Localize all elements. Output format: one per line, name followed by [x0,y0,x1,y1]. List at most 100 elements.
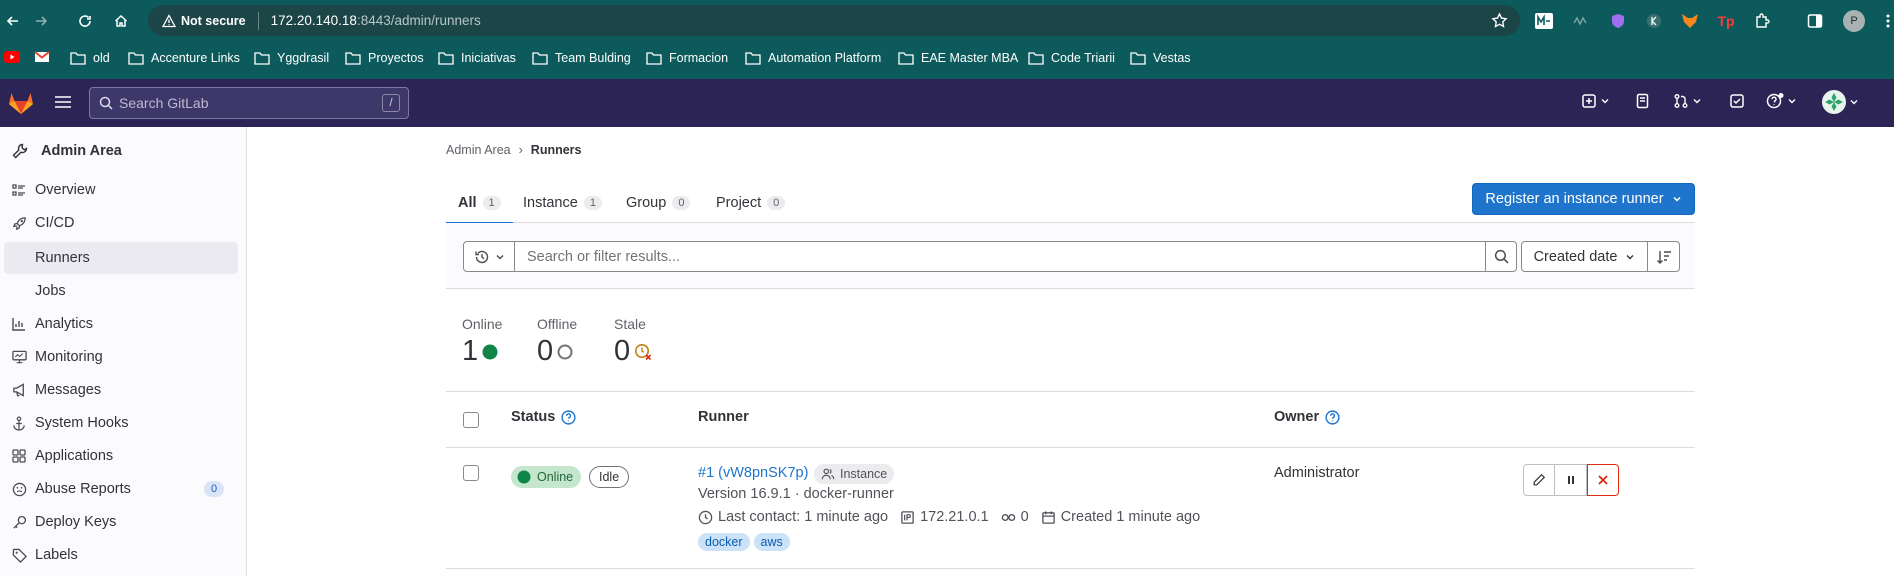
register-instance-runner-button[interactable]: Register an instance runner [1472,183,1695,215]
tag-docker[interactable]: docker [698,533,750,551]
sort-by-dropdown[interactable]: Created date [1521,241,1648,272]
help-dropdown[interactable] [1766,93,1797,109]
select-all-checkbox[interactable] [463,412,479,428]
extensions-puzzle-icon[interactable] [1752,11,1772,31]
chevron-down-icon [1850,100,1858,105]
bookmarks-bar: old Accenture Links Yggdrasil Proyectos … [0,41,1894,79]
not-secure-indicator[interactable]: Not secure [162,11,259,30]
delete-runner-button[interactable] [1587,464,1619,496]
plus-square-icon [1582,94,1596,108]
runner-created: Created 1 minute ago [1041,509,1200,525]
chevron-down-icon [1788,99,1796,104]
user-avatar-dropdown[interactable] [1822,90,1859,114]
bookmark-folder-iniciativas[interactable]: Iniciativas [438,51,516,65]
folder-icon [745,52,761,65]
bookmark-star-icon[interactable] [1491,12,1508,29]
gitlab-logo-icon[interactable] [8,90,34,115]
gitlab-search-input[interactable]: Search GitLab / [89,87,409,119]
folder-icon [128,52,144,65]
tag-aws[interactable]: aws [753,533,790,551]
address-bar[interactable]: Not secure 172.20.140.18:8443/admin/runn… [148,5,1520,36]
stat-online: Online 1 [462,316,502,368]
status-stale-icon [635,343,652,360]
stat-stale: Stale 0 [614,316,652,368]
bookmark-folder-proyectos[interactable]: Proyectos [345,51,424,65]
tab-instance-count: 1 [583,196,602,210]
sidebar-item-runners[interactable]: Runners [4,242,238,274]
extension-k-icon[interactable] [1644,11,1664,31]
sidebar-item-messages[interactable]: Messages [0,374,238,406]
sidebar-item-analytics[interactable]: Analytics [0,308,238,340]
browser-menu-icon[interactable] [1878,11,1894,31]
tab-all[interactable]: All 1 [446,183,513,224]
stat-stale-label: Stale [614,316,646,332]
merge-requests-dropdown[interactable] [1673,93,1702,109]
stat-online-value: 1 [462,335,479,367]
row-select-checkbox[interactable] [463,465,479,481]
youtube-icon[interactable] [4,51,20,63]
breadcrumb-admin-area[interactable]: Admin Area [446,143,511,157]
sidebar-item-abuse-reports[interactable]: Abuse Reports 0 [0,473,238,505]
extension-tp-icon[interactable]: Tp [1716,11,1736,31]
pause-runner-button[interactable] [1555,464,1587,496]
sidebar-item-overview[interactable]: Overview [0,174,238,206]
bookmark-folder-vestas[interactable]: Vestas [1130,51,1191,65]
question-icon[interactable] [561,409,576,425]
question-icon[interactable] [1325,409,1340,425]
profile-avatar[interactable]: P [1843,10,1865,32]
home-icon[interactable] [108,8,134,34]
sidebar-item-deploy-keys[interactable]: Deploy Keys [0,506,238,538]
todo-check-icon[interactable] [1729,93,1745,109]
abuse-icon [11,482,27,497]
bookmark-folder-team-bulding[interactable]: Team Bulding [532,51,631,65]
runner-link[interactable]: #1 (vW8pnSK7p) [698,465,808,481]
table-row: Online Idle #1 (vW8pnSK7p) Instance Vers… [446,448,1695,569]
filter-search-input[interactable]: Search or filter results... [514,241,1486,272]
warning-icon [162,13,176,27]
sidebar-item-cicd[interactable]: CI/CD [0,207,238,239]
anchor-icon [11,416,27,431]
history-icon [474,250,488,263]
bookmark-folder-old[interactable]: old [70,51,110,65]
sidebar-item-applications[interactable]: Applications [0,440,238,472]
extension-fox-icon[interactable] [1680,11,1700,31]
tab-instance[interactable]: Instance 1 [523,183,602,223]
bookmark-folder-eae[interactable]: EAE Master MBA [898,51,1018,65]
edit-runner-button[interactable] [1523,464,1555,496]
filter-search-button[interactable] [1485,241,1517,272]
runner-tags: docker aws [698,533,790,551]
forward-icon[interactable] [28,8,54,34]
breadcrumb: Admin Area › Runners [446,143,582,157]
stat-offline: Offline 0 [537,316,577,368]
hamburger-menu-icon[interactable] [54,95,72,109]
side-panel-icon[interactable] [1805,11,1825,31]
sidebar-item-jobs[interactable]: Jobs [0,275,238,307]
extension-wave-icon[interactable] [1570,11,1590,31]
bookmark-folder-code-triarii[interactable]: Code Triarii [1028,51,1115,65]
issues-icon[interactable] [1635,93,1651,109]
bookmark-folder-yggdrasil[interactable]: Yggdrasil [254,51,329,65]
search-history-dropdown[interactable] [463,241,515,272]
runners-table-header: Status Runner Owner [446,391,1695,448]
sort-direction-button[interactable] [1647,241,1680,272]
extension-m-icon[interactable] [1534,11,1554,31]
sidebar-item-monitoring[interactable]: Monitoring [0,341,238,373]
bookmark-folder-automation[interactable]: Automation Platform [745,51,881,65]
tab-project[interactable]: Project 0 [716,183,786,223]
breadcrumb-runners[interactable]: Runners [531,143,582,157]
tab-group[interactable]: Group 0 [626,183,691,223]
create-new-dropdown[interactable] [1581,93,1610,109]
sidebar-item-labels[interactable]: Labels [0,539,238,571]
folder-icon [345,52,361,65]
extension-shield-icon[interactable] [1608,11,1628,31]
sidebar-item-system-hooks[interactable]: System Hooks [0,407,238,439]
admin-area-title[interactable]: Admin Area [12,143,122,159]
apps-icon [11,449,27,463]
back-icon[interactable] [0,8,26,34]
reload-icon[interactable] [72,8,98,34]
bookmark-folder-accenture[interactable]: Accenture Links [128,51,240,65]
not-secure-label: Not secure [181,13,246,28]
gmail-icon[interactable] [34,51,50,63]
browser-toolbar: Not secure 172.20.140.18:8443/admin/runn… [0,0,1894,41]
bookmark-folder-formacion[interactable]: Formacion [646,51,728,65]
